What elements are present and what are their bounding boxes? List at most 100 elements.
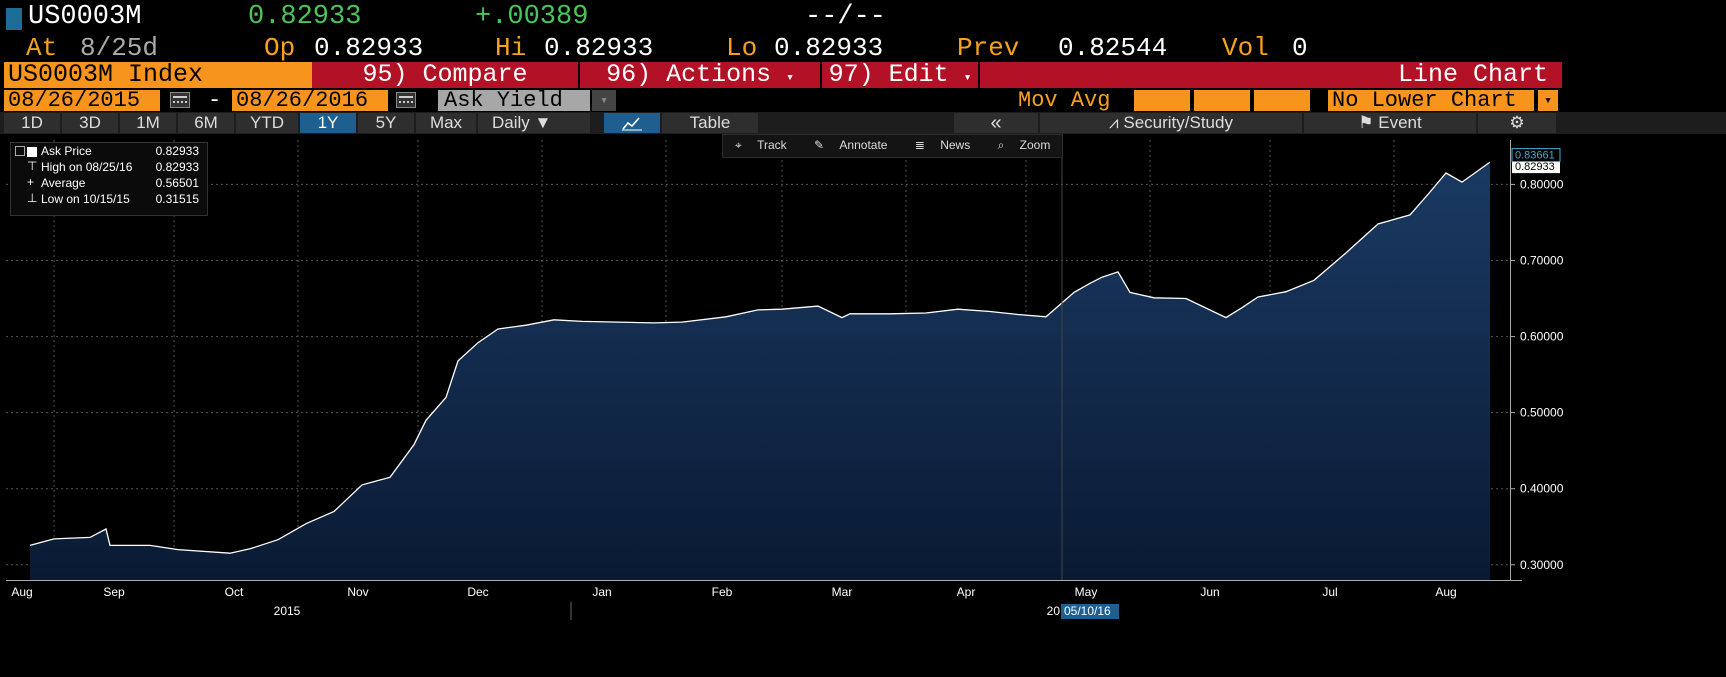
chart-type-label[interactable]: Line Chart (980, 62, 1562, 88)
crosshair-icon: ⌖ (735, 138, 742, 152)
x-tick-label: Jun (1200, 585, 1219, 599)
start-date-field[interactable]: 08/26/2015 (4, 90, 160, 112)
legend-average-value: 0.56501 (155, 176, 199, 190)
x-tick-label: Oct (225, 585, 244, 599)
security-field[interactable]: US0003M Index (4, 62, 314, 88)
chart-view-button[interactable] (604, 113, 660, 133)
series-swatch-icon (27, 147, 37, 157)
volume-value: 0 (1292, 33, 1308, 63)
x-tick-label: Jul (1322, 585, 1337, 599)
crosshair-date-tag: 20 05/10/16 (1047, 604, 1119, 619)
last-price: 0.82933 (248, 2, 362, 32)
open-value: 0.82933 (314, 33, 424, 63)
legend-low-value: 0.31515 (155, 192, 199, 206)
bid-ask: --/-- (805, 2, 887, 32)
table-view-button[interactable]: Table (662, 113, 758, 133)
news-icon: ≣ (914, 138, 925, 152)
open-label: Op (264, 33, 296, 63)
flag-icon: ⚑ (1358, 113, 1374, 132)
security-study-button[interactable]: ⩘ Security/Study (1040, 113, 1302, 133)
mov-avg-field-3[interactable] (1254, 90, 1310, 111)
lower-chart-dropdown-icon[interactable]: ▾ (1538, 90, 1558, 111)
mov-avg-field-1[interactable] (1134, 90, 1190, 111)
y-tick-label: 0.30000 (1520, 558, 1564, 572)
line-chart-icon (622, 117, 642, 131)
frequency-select[interactable]: Daily ▼ (478, 113, 590, 133)
low-marker-icon: ⊥ (27, 191, 38, 205)
edit-button[interactable]: 97) Edit ▾ (822, 62, 978, 88)
field-select[interactable]: Ask Yield (438, 90, 590, 112)
pencil-icon: ✎ (814, 138, 825, 152)
period-5y[interactable]: 5Y (358, 113, 414, 133)
end-calendar-icon[interactable] (396, 92, 416, 108)
period-1d[interactable]: 1D (4, 113, 60, 133)
x-tick-label: Dec (467, 585, 488, 599)
x-tick-label: Jan (592, 585, 611, 599)
magnifier-icon: ⌕ (997, 138, 1005, 152)
x-tick-label: Sep (103, 585, 125, 599)
chart-toolbar: 1D 3D 1M 6M YTD 1Y 5Y Max Daily ▼ Table … (0, 112, 1726, 134)
date-range-bar: 08/26/2015 - 08/26/2016 Ask Yield ▾ Mov … (0, 88, 1726, 113)
frequency-caret-icon: ▼ (534, 113, 552, 132)
annotate-tool[interactable]: ✎ Annotate (802, 135, 899, 155)
x-tick-label: Mar (832, 585, 853, 599)
legend-average-label: Average (41, 176, 86, 190)
average-marker-icon: + (27, 175, 35, 189)
high-value: 0.82933 (544, 33, 654, 63)
legend-high-value: 0.82933 (155, 160, 199, 174)
quote-bar: At 8/25d Op 0.82933 Hi 0.82933 Lo 0.8293… (0, 34, 1726, 62)
settings-button[interactable]: ⚙ (1478, 113, 1556, 133)
crosshair-date-prefix: 20 (1047, 604, 1061, 618)
low-value: 0.82933 (774, 33, 884, 63)
collapse-button[interactable]: « (954, 113, 1038, 133)
x-tick-label: May (1075, 585, 1098, 599)
start-calendar-icon[interactable] (170, 92, 190, 108)
actions-button[interactable]: 96) Actions ▾ (580, 62, 820, 88)
high-marker-icon: ⊤ (27, 159, 38, 173)
collapse-legend-icon[interactable] (15, 146, 25, 156)
y-tick-label: 0.80000 (1520, 177, 1564, 191)
price-chart[interactable]: 0.30000 0.40000 0.50000 0.60000 0.70000 0.800… (0, 134, 1726, 677)
moving-average-label: Mov Avg (1018, 88, 1111, 113)
legend-low-label: Low on 10/15/15 (41, 192, 130, 206)
period-max[interactable]: Max (416, 113, 476, 133)
net-change: +.00389 (475, 2, 589, 32)
period-3d[interactable]: 3D (62, 113, 118, 133)
field-dropdown-icon[interactable]: ▾ (592, 90, 616, 111)
prev-label: Prev (957, 33, 1020, 63)
high-label: Hi (495, 33, 527, 63)
event-button[interactable]: ⚑ Event (1304, 113, 1476, 133)
last-value-label: 0.82933 (1515, 161, 1555, 173)
lower-chart-select[interactable]: No Lower Chart (1328, 90, 1534, 112)
legend-title: Ask Price (41, 144, 92, 158)
x-tick-label: Apr (957, 585, 976, 599)
at-value: 8/25d (80, 33, 159, 63)
actions-caret-icon: ▾ (786, 70, 794, 85)
volume-label: Vol (1222, 33, 1269, 63)
news-tool[interactable]: ≣ News (903, 135, 982, 155)
crosshair-date-label: 05/10/16 (1064, 604, 1111, 618)
period-1y[interactable]: 1Y (300, 113, 356, 133)
date-separator: - (208, 88, 222, 113)
legend-high-label: High on 08/25/16 (41, 160, 133, 174)
chart-legend: Ask Price 0.82933 ⊤ High on 08/25/16 0.8… (10, 142, 208, 216)
track-tool[interactable]: ⌖ Track (723, 135, 799, 155)
chart-tools: ⌖ Track ✎ Annotate ≣ News ⌕ Zoom (722, 134, 1064, 158)
compare-button[interactable]: 95) Compare (312, 62, 578, 88)
period-6m[interactable]: 6M (178, 113, 234, 133)
menu-bar: US0003M Index 95) Compare 96) Actions ▾ … (0, 62, 1726, 88)
ticker-header: US0003M 0.82933 +.00389 --/-- (0, 0, 1726, 34)
period-1m[interactable]: 1M (120, 113, 176, 133)
mov-avg-field-2[interactable] (1194, 90, 1250, 111)
at-label: At (26, 33, 58, 63)
x-tick-label: Feb (712, 585, 733, 599)
zoom-tool[interactable]: ⌕ Zoom (986, 135, 1063, 155)
end-date-field[interactable]: 08/26/2016 (232, 90, 388, 112)
prev-value: 0.82544 (1058, 33, 1168, 63)
y-tick-label: 0.50000 (1520, 406, 1564, 420)
chart-area[interactable]: 0.30000 0.40000 0.50000 0.60000 0.70000 0.800… (0, 134, 1726, 677)
period-ytd[interactable]: YTD (236, 113, 298, 133)
low-label: Lo (726, 33, 758, 63)
x-tick-label: Nov (347, 585, 368, 599)
study-icon: ⩘ (1109, 113, 1119, 132)
